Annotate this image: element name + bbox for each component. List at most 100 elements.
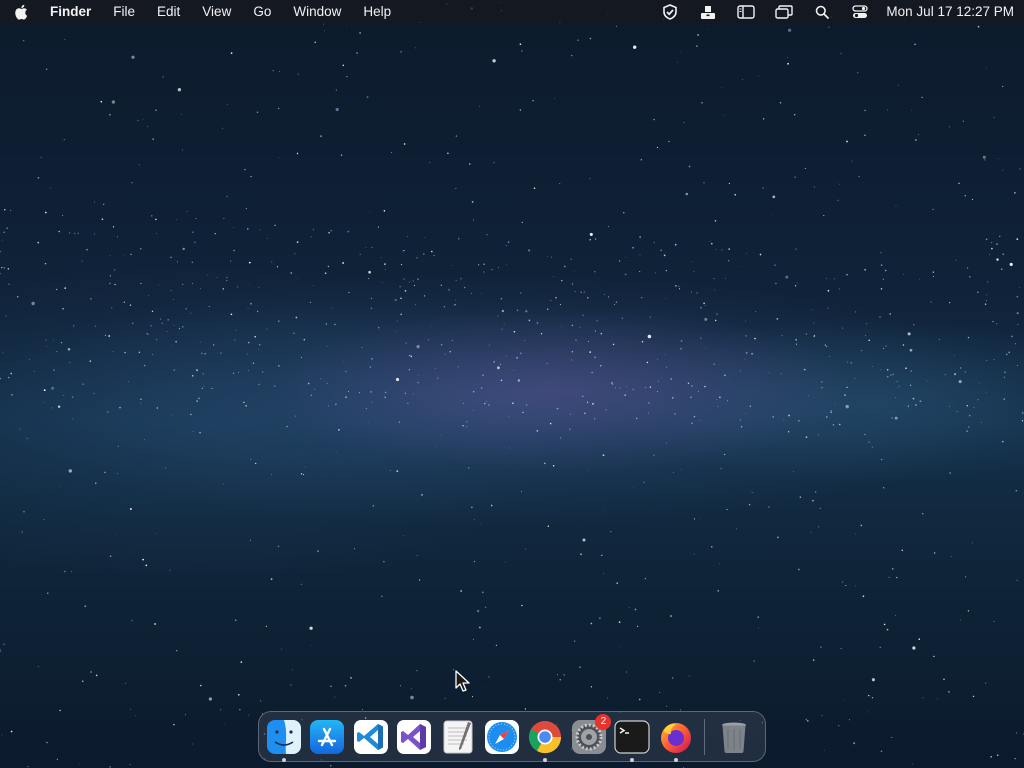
star xyxy=(723,453,726,456)
menu-window[interactable]: Window xyxy=(293,0,341,24)
dock-finder[interactable] xyxy=(265,718,303,762)
star xyxy=(861,349,863,352)
star xyxy=(564,265,566,268)
star xyxy=(633,45,637,49)
star xyxy=(814,334,816,336)
star xyxy=(600,365,602,367)
star xyxy=(324,380,326,382)
star xyxy=(680,347,682,350)
star xyxy=(624,273,627,276)
star xyxy=(116,473,118,475)
star xyxy=(785,275,789,279)
star xyxy=(1002,169,1004,171)
star xyxy=(700,337,702,339)
dock-textedit[interactable] xyxy=(439,718,477,756)
star xyxy=(213,344,215,346)
dock-safari[interactable] xyxy=(483,718,521,756)
star xyxy=(1014,758,1016,760)
star xyxy=(372,505,374,507)
star xyxy=(519,109,521,111)
star xyxy=(888,576,890,578)
star xyxy=(181,149,183,151)
star xyxy=(968,414,971,417)
star xyxy=(247,308,249,309)
star xyxy=(522,411,524,413)
star xyxy=(244,168,246,171)
menu-bar-clock[interactable]: Mon Jul 17 12:27 PM xyxy=(886,0,1014,24)
dock-system-settings[interactable]: 2 xyxy=(570,713,612,756)
star xyxy=(171,345,172,347)
star xyxy=(497,315,499,317)
star xyxy=(154,532,156,534)
window-stack-icon[interactable] xyxy=(774,2,794,22)
dock-vscode[interactable] xyxy=(352,718,390,756)
star xyxy=(680,340,683,342)
star xyxy=(879,646,881,648)
star xyxy=(705,305,707,307)
star xyxy=(338,429,340,431)
star xyxy=(53,339,54,341)
star xyxy=(10,372,13,375)
star xyxy=(521,50,523,52)
upload-tray-icon[interactable] xyxy=(698,2,718,22)
star xyxy=(880,750,883,753)
star xyxy=(854,378,856,380)
star xyxy=(949,302,951,304)
desktop[interactable]: Finder File Edit View Go Window Help Mon… xyxy=(0,0,1024,768)
star xyxy=(984,303,987,305)
dock-trash[interactable] xyxy=(715,718,753,756)
star xyxy=(471,201,474,203)
apple-logo-icon[interactable] xyxy=(14,3,30,21)
menu-view[interactable]: View xyxy=(202,0,231,24)
star xyxy=(561,280,563,282)
star xyxy=(193,241,196,244)
star xyxy=(70,571,72,573)
control-center-icon[interactable] xyxy=(850,2,870,22)
menu-file[interactable]: File xyxy=(113,0,135,24)
star xyxy=(290,684,292,686)
star xyxy=(803,368,806,371)
dock-terminal[interactable] xyxy=(613,718,651,762)
star xyxy=(521,221,523,223)
menu-edit[interactable]: Edit xyxy=(157,0,180,24)
star xyxy=(559,437,562,439)
star xyxy=(570,258,572,260)
star xyxy=(990,241,993,244)
shield-check-icon[interactable] xyxy=(660,2,680,22)
search-icon[interactable] xyxy=(812,2,832,22)
star xyxy=(259,229,261,231)
star xyxy=(334,696,336,698)
star xyxy=(93,392,95,394)
star xyxy=(1021,420,1024,422)
star xyxy=(365,407,368,410)
star xyxy=(739,370,741,372)
star xyxy=(430,250,433,253)
sidebar-icon[interactable] xyxy=(736,2,756,22)
dock-visual-studio[interactable] xyxy=(396,718,434,756)
star xyxy=(95,482,97,485)
star xyxy=(905,367,907,370)
app-name-menu[interactable]: Finder xyxy=(50,0,91,24)
star xyxy=(703,182,705,184)
star xyxy=(993,359,995,360)
dock-app-store[interactable] xyxy=(309,718,347,756)
star xyxy=(812,499,814,502)
star xyxy=(781,335,783,337)
star xyxy=(868,694,870,697)
star xyxy=(495,644,497,646)
star xyxy=(271,261,273,263)
star xyxy=(361,347,363,348)
star xyxy=(915,139,917,141)
dock-chrome[interactable] xyxy=(526,718,564,762)
star xyxy=(131,619,133,621)
menu-go[interactable]: Go xyxy=(253,0,271,24)
star xyxy=(858,176,860,178)
dock-firefox[interactable] xyxy=(657,718,695,762)
star xyxy=(594,238,597,240)
star xyxy=(457,366,459,368)
menu-help[interactable]: Help xyxy=(363,0,391,24)
star xyxy=(356,52,358,54)
star xyxy=(611,381,613,384)
star xyxy=(138,351,141,354)
star xyxy=(354,548,355,550)
